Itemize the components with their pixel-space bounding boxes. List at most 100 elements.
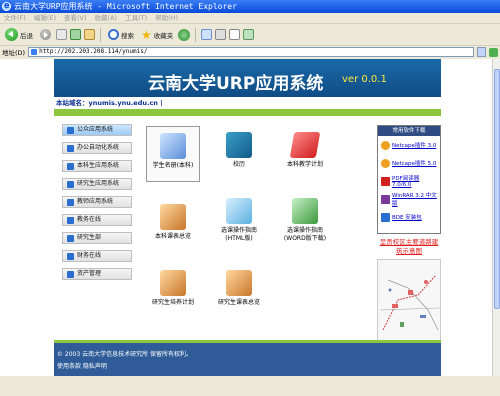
nav-arrow-icon: [67, 253, 74, 260]
campus-map-image[interactable]: [377, 259, 441, 341]
nav-item-teacher[interactable]: 教师应用系统: [62, 196, 132, 208]
app-label: 选课操作指南 (HTML版): [220, 227, 257, 242]
download-link[interactable]: Netcape插件 3.0: [378, 136, 440, 154]
nav-item-label: 办公自动化系统: [77, 144, 120, 151]
nav-item-graduate-dept[interactable]: 研究生部: [62, 232, 132, 244]
site-version: ver 0.0.1: [342, 74, 387, 85]
nav-item-label: 教师应用系统: [77, 198, 114, 205]
download-link[interactable]: WinRAR 3.2 中文版: [378, 190, 440, 208]
window-titlebar: 云南大学URP应用系统 - Microsoft Internet Explore…: [0, 0, 500, 13]
nav-arrow-icon: [67, 199, 74, 206]
bde-icon: [381, 212, 390, 222]
download-label: Netcape插件 5.0: [392, 161, 437, 167]
site-title: 云南大学URP应用系统: [148, 74, 324, 94]
vertical-scrollbar[interactable]: [492, 59, 500, 376]
nav-item-undergrad[interactable]: 本科生应用系统: [62, 160, 132, 172]
home-icon[interactable]: [84, 29, 95, 40]
nav-item-graduate[interactable]: 研究生应用系统: [62, 178, 132, 190]
app-label: 本科教学计划: [286, 161, 323, 168]
winrar-icon: [381, 194, 390, 204]
app-calendar[interactable]: 校历: [212, 126, 266, 182]
app-graduate-timetable[interactable]: 研究生课表总览: [212, 264, 266, 320]
campus-map-link[interactable]: 呈贡校区主要道路建筑示意图: [377, 238, 441, 256]
nav-item-public-apps[interactable]: 公众应用系统: [62, 124, 132, 136]
print-icon[interactable]: [215, 29, 227, 40]
nav-arrow-icon: [67, 181, 74, 188]
download-label: PDF阅读器 7.0/6.0: [392, 176, 420, 188]
menu-tools[interactable]: 工具(T): [125, 13, 147, 23]
nav-item-label: 本科生应用系统: [77, 162, 120, 169]
pencil-icon: [226, 270, 252, 296]
netscape-icon: [381, 140, 390, 150]
app-course-guide-word[interactable]: 选课操作指南 (WORD版下载): [278, 192, 332, 248]
favorites-button[interactable]: ★ 收藏夹: [139, 27, 175, 43]
app-student-roster[interactable]: 学生名册(本科): [146, 126, 200, 182]
pencil-icon: [160, 270, 186, 296]
menubar: 文件(F) 编辑(E) 查看(V) 收藏(A) 工具(T) 帮助(H): [0, 13, 500, 24]
nav-arrow-icon: [67, 127, 74, 134]
download-link[interactable]: BDE 安装包: [378, 208, 440, 226]
menu-view[interactable]: 查看(V): [64, 13, 87, 23]
download-label: Netcape插件 3.0: [392, 143, 437, 149]
nav-item-label: 教务在线: [77, 216, 102, 223]
download-link[interactable]: Netcape插件 5.0: [378, 154, 440, 172]
menu-favorites[interactable]: 收藏(A): [95, 13, 118, 23]
download-icon: [292, 198, 318, 224]
address-input[interactable]: http://202.203.208.114/ynumis/: [28, 47, 474, 57]
download-label: BDE 安装包: [392, 215, 422, 221]
scrollbar-thumb[interactable]: [494, 69, 500, 309]
globe-document-icon: [226, 198, 252, 224]
nav-arrow-icon: [67, 217, 74, 224]
ie-logo-icon: [2, 0, 11, 13]
stop-icon[interactable]: [56, 29, 67, 40]
site-domain: 本站域名：ynumis.ynu.edu.cn |: [54, 97, 441, 109]
footer-divider: [54, 340, 441, 343]
messenger-icon[interactable]: [243, 29, 255, 40]
nav-item-label: 财务在线: [77, 252, 102, 259]
mail-icon[interactable]: [201, 29, 213, 40]
menu-edit[interactable]: 编辑(E): [34, 13, 56, 23]
go-button[interactable]: [489, 47, 498, 57]
nav-item-label: 资产管理: [77, 270, 102, 277]
site-banner: 云南大学URP应用系统 ver 0.0.1: [54, 59, 441, 97]
menu-help[interactable]: 帮助(H): [155, 13, 178, 23]
campus-map-drawing: [379, 274, 440, 331]
back-arrow-icon: [5, 28, 18, 41]
app-course-guide-html[interactable]: 选课操作指南 (HTML版): [212, 192, 266, 248]
download-link[interactable]: PDF阅读器 7.0/6.0: [378, 172, 440, 190]
web-page: 云南大学URP应用系统 ver 0.0.1 本站域名：ynumis.ynu.ed…: [0, 59, 492, 376]
window-title: 云南大学URP应用系统 - Microsoft Internet Explore…: [14, 2, 237, 11]
nav-item-finance[interactable]: 财务在线: [62, 250, 132, 262]
search-label: 搜索: [121, 31, 134, 40]
nav-item-academic-online[interactable]: 教务在线: [62, 214, 132, 226]
student-roster-icon: [160, 133, 186, 159]
left-nav: 公众应用系统 办公自动化系统 本科生应用系统 研究生应用系统 教师应用系统 教务…: [62, 124, 132, 286]
nav-item-label: 研究生应用系统: [77, 180, 120, 187]
address-bar: 地址(D) http://202.203.208.114/ynumis/: [0, 46, 500, 58]
app-label: 校历: [232, 161, 245, 168]
back-button[interactable]: 后退: [3, 27, 35, 43]
history-icon[interactable]: [178, 28, 191, 41]
app-label: 本科课表总览: [154, 233, 191, 240]
app-label: 选课操作指南 (WORD版下载): [283, 227, 327, 242]
downloads-box: 常用软件下载 Netcape插件 3.0 Netcape插件 5.0 PDF阅读…: [377, 125, 441, 234]
back-label: 后退: [20, 31, 33, 40]
nav-item-office-automation[interactable]: 办公自动化系统: [62, 142, 132, 154]
nav-item-label: 公众应用系统: [77, 126, 114, 133]
edit-icon[interactable]: [229, 29, 241, 40]
nav-item-assets[interactable]: 资产管理: [62, 268, 132, 280]
toolbar-separator: [100, 27, 101, 42]
forward-button[interactable]: [38, 27, 53, 43]
calendar-book-icon: [226, 132, 252, 158]
address-dropdown-icon[interactable]: [477, 47, 486, 57]
footer-links[interactable]: 使用条款 隐私声明: [54, 361, 441, 370]
book-red-icon: [289, 132, 321, 158]
search-button[interactable]: 搜索: [106, 27, 136, 43]
address-label: 地址(D): [2, 49, 26, 57]
app-graduate-plan[interactable]: 研究生培养计划: [146, 264, 200, 320]
refresh-icon[interactable]: [70, 29, 81, 40]
app-teaching-plan[interactable]: 本科教学计划: [278, 126, 332, 182]
app-label: 研究生培养计划: [151, 299, 194, 306]
menu-file[interactable]: 文件(F): [4, 13, 26, 23]
app-undergrad-timetable[interactable]: 本科课表总览: [146, 198, 200, 254]
